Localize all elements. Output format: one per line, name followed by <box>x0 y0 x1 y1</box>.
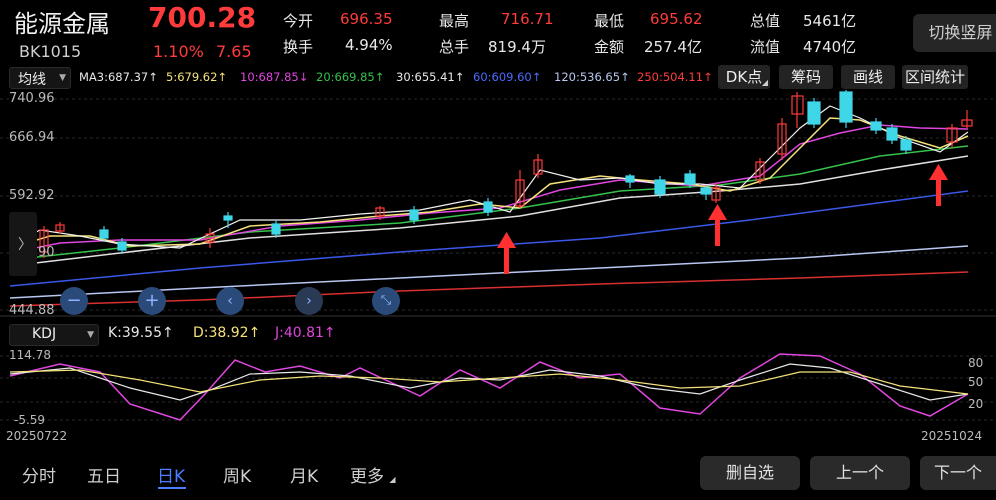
next-button[interactable]: 下一个 <box>920 456 996 490</box>
sector-name: 能源金属 <box>14 10 110 38</box>
kdj-axis-20: 20 <box>968 397 984 411</box>
zoom-in-button[interactable]: + <box>138 287 166 315</box>
ma-value: 120:536.65↑ <box>554 70 630 84</box>
tab-weekly-k[interactable]: 周K <box>223 462 251 487</box>
stat-label-turnover: 换手 <box>283 38 314 56</box>
ma-value: 30:655.41↑ <box>396 70 465 84</box>
stat-value-float-value: 4740亿 <box>803 38 857 56</box>
up-arrow-icon <box>929 164 948 206</box>
stat-value-volume: 819.4万 <box>488 38 546 56</box>
ma-value: MA3:687.37↑ <box>79 70 158 84</box>
scroll-left-button[interactable]: ‹ <box>216 287 244 315</box>
stat-label-high: 最高 <box>439 12 470 30</box>
sector-code: BK1015 <box>19 42 82 61</box>
stat-label-amount: 金额 <box>594 38 625 56</box>
stat-value-amount: 257.4亿 <box>644 38 702 56</box>
kdj-j-value: J:40.81↑ <box>275 325 336 341</box>
range-stats-button[interactable]: 区间统计 <box>902 65 968 89</box>
chips-button[interactable]: 筹码 <box>779 65 833 89</box>
ma10-line <box>9 124 969 254</box>
switch-orientation-button[interactable]: 切换竖屏 <box>913 14 996 52</box>
stat-value-total-value: 5461亿 <box>803 12 857 30</box>
ma-value: 5:679.62↑ <box>166 70 228 84</box>
tab-intraday[interactable]: 分时 <box>22 462 56 487</box>
kdj-k-value: K:39.55↑ <box>108 325 174 341</box>
price-axis-label: 740.96 <box>9 91 55 106</box>
price-axis-label: 592.92 <box>9 188 55 203</box>
ma3-line <box>9 105 969 249</box>
active-tab-underline <box>158 487 186 489</box>
ma-value: 60:609.60↑ <box>473 70 542 84</box>
price-axis-label: 444.88 <box>9 303 55 318</box>
dk-point-button[interactable]: DK点 ◢ <box>718 65 770 89</box>
zoom-out-button[interactable]: − <box>60 287 88 315</box>
tab-five-day[interactable]: 五日 <box>87 462 121 487</box>
kdj-axis-80: 80 <box>968 356 984 370</box>
ma-value: 10:687.85↓ <box>240 70 309 84</box>
chevron-down-icon: ▼ <box>59 73 66 83</box>
side-panel-toggle[interactable]: 〉 <box>9 212 37 276</box>
ma-value: 20:669.85↑ <box>316 70 385 84</box>
kline-chart[interactable] <box>0 88 996 318</box>
stat-label-float-value: 流值 <box>750 38 781 56</box>
kdj-select-label: KDJ <box>32 326 57 342</box>
change-percent: 1.10% <box>153 42 204 61</box>
stat-value-turnover: 4.94% <box>345 36 393 54</box>
draw-line-button[interactable]: 画线 <box>841 65 895 89</box>
tab-daily-k[interactable]: 日K <box>157 462 186 489</box>
indicator-select[interactable]: 均线 ▼ <box>9 67 71 89</box>
stat-label-open: 今开 <box>283 12 314 30</box>
tab-more-label: 更多 <box>350 467 384 487</box>
tab-daily-k-label: 日K <box>157 467 186 487</box>
stat-value-low: 695.62 <box>650 10 703 28</box>
change-amount: 7.65 <box>216 42 252 61</box>
start-date: 20250722 <box>6 429 68 443</box>
tab-more[interactable]: 更多 ◢ <box>350 462 396 487</box>
remove-watchlist-button[interactable]: 删自选 <box>700 456 800 490</box>
kdj-d-line <box>9 369 969 395</box>
stat-label-total-value: 总值 <box>750 12 781 30</box>
price-axis-label: 666.94 <box>9 130 55 145</box>
kdj-axis-min: -5.59 <box>14 413 46 427</box>
kdj-d-value: D:38.92↑ <box>193 325 261 341</box>
scroll-right-button[interactable]: › <box>295 287 323 315</box>
fullscreen-collapse-button[interactable]: ⤡ <box>372 287 400 315</box>
stat-label-low: 最低 <box>594 12 625 30</box>
indicator-select-label: 均线 <box>18 72 46 88</box>
stat-label-volume: 总手 <box>439 38 470 56</box>
end-date: 20251024 <box>921 429 983 443</box>
kdj-select[interactable]: KDJ ▼ <box>9 324 99 346</box>
current-price: 700.28 <box>148 1 257 34</box>
dk-point-label: DK点 <box>725 68 763 86</box>
chevron-right-icon: 〉 <box>18 237 32 253</box>
stat-value-high: 716.71 <box>501 10 554 28</box>
previous-button[interactable]: 上一个 <box>810 456 910 490</box>
corner-triangle-icon: ◢ <box>389 475 396 484</box>
candles <box>39 90 973 258</box>
chevron-down-icon: ▼ <box>87 330 94 340</box>
ma-value: 250:504.11↑ <box>637 70 713 84</box>
kdj-j-line <box>9 353 969 421</box>
kdj-chart[interactable] <box>0 348 996 428</box>
kdj-axis-50: 50 <box>968 375 984 389</box>
stat-value-open: 696.35 <box>340 10 393 28</box>
kdj-axis-max: 114.78 <box>9 348 51 362</box>
kdj-k-line <box>9 363 969 401</box>
tab-monthly-k[interactable]: 月K <box>290 462 318 487</box>
